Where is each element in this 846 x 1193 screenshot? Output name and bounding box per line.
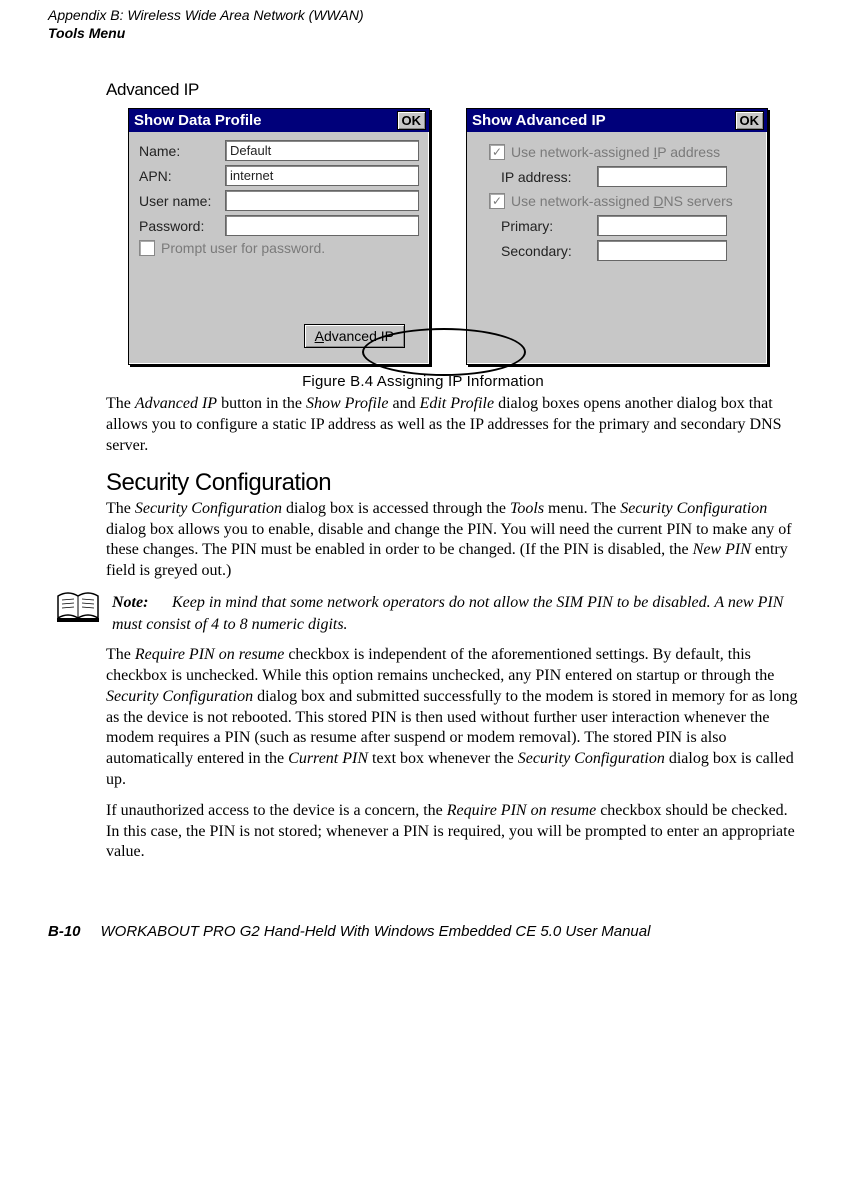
- paragraph-advanced-ip: The Advanced IP button in the Show Profi…: [106, 394, 798, 456]
- row-apn: APN: internet: [139, 165, 419, 186]
- txt: button in the: [217, 395, 306, 412]
- window-body: Name: Default APN: internet User name: P…: [129, 132, 429, 366]
- txt-em: Current PIN: [288, 750, 368, 767]
- txt-em: Require PIN on resume: [135, 646, 284, 663]
- row-prompt-checkbox: Prompt user for password.: [139, 240, 419, 256]
- heading-advanced-ip: Advanced IP: [106, 80, 798, 100]
- figure-caption: Figure B.4 Assigning IP Information: [48, 373, 798, 390]
- label-use-ip: Use network-assigned IP address: [511, 144, 720, 160]
- adv-ip-rest: dvanced IP: [324, 328, 394, 344]
- txt-em: Security Configuration: [620, 500, 767, 517]
- window-title: Show Advanced IP: [470, 112, 606, 129]
- txt-em: Advanced IP: [135, 395, 217, 412]
- page-footer: B-10 WORKABOUT PRO G2 Hand-Held With Win…: [48, 923, 798, 940]
- txt-em: Require PIN on resume: [447, 802, 596, 819]
- advanced-ip-button[interactable]: Advanced IP: [304, 324, 405, 348]
- row-use-ip-checkbox: ✓ Use network-assigned IP address: [489, 144, 757, 160]
- txt-em: New PIN: [693, 541, 751, 558]
- window-show-advanced-ip: Show Advanced IP OK ✓ Use network-assign…: [466, 108, 768, 365]
- label-prompt-checkbox: Prompt user for password.: [161, 240, 325, 256]
- doc-title: WORKABOUT PRO G2 Hand-Held With Windows …: [101, 923, 651, 940]
- txt: and: [388, 395, 419, 412]
- titlebar: Show Data Profile OK: [129, 109, 429, 132]
- field-secondary[interactable]: [597, 240, 727, 261]
- note-label: Note:: [112, 592, 168, 614]
- window-body: ✓ Use network-assigned IP address IP add…: [467, 132, 767, 277]
- paragraph-security-1: The Security Configuration dialog box is…: [106, 499, 798, 582]
- txt: menu. The: [544, 500, 620, 517]
- label-password: Password:: [139, 218, 219, 234]
- row-use-dns-checkbox: ✓ Use network-assigned DNS servers: [489, 193, 757, 209]
- row-password: Password:: [139, 215, 419, 236]
- running-header: Appendix B: Wireless Wide Area Network (…: [48, 0, 798, 42]
- paragraph-security-3: If unauthorized access to the device is …: [106, 801, 798, 863]
- txt: The: [106, 395, 135, 412]
- header-line1: Appendix B: Wireless Wide Area Network (…: [48, 6, 798, 24]
- txt: P address: [657, 144, 720, 160]
- titlebar: Show Advanced IP OK: [467, 109, 767, 132]
- label-ip-address: IP address:: [501, 169, 591, 185]
- txt: Use network-assigned: [511, 144, 653, 160]
- row-secondary: Secondary:: [501, 240, 757, 261]
- label-apn: APN:: [139, 168, 219, 184]
- label-user: User name:: [139, 193, 219, 209]
- page-number: B-10: [48, 923, 81, 940]
- label-primary: Primary:: [501, 218, 591, 234]
- heading-security-configuration: Security Configuration: [106, 469, 798, 497]
- label-name: Name:: [139, 143, 219, 159]
- note-content: Keep in mind that some network operators…: [112, 594, 783, 633]
- txt: text box whenever the: [368, 750, 518, 767]
- txt: The: [106, 500, 135, 517]
- label-use-dns: Use network-assigned DNS servers: [511, 193, 733, 209]
- txt-em: Tools: [510, 500, 544, 517]
- txt-em: Security Configuration: [135, 500, 282, 517]
- ok-button[interactable]: OK: [735, 111, 765, 130]
- paragraph-security-2: The Require PIN on resume checkbox is in…: [106, 645, 798, 791]
- txt: NS servers: [664, 193, 733, 209]
- window-title: Show Data Profile: [132, 112, 262, 129]
- window-show-data-profile: Show Data Profile OK Name: Default APN: …: [128, 108, 430, 365]
- adv-ip-mnemonic: A: [315, 328, 324, 344]
- txt: If unauthorized access to the device is …: [106, 802, 447, 819]
- label-secondary: Secondary:: [501, 243, 591, 259]
- row-name: Name: Default: [139, 140, 419, 161]
- note-block: Note: Keep in mind that some network ope…: [56, 592, 798, 635]
- screenshots-row: Show Data Profile OK Name: Default APN: …: [128, 108, 778, 365]
- row-user: User name:: [139, 190, 419, 211]
- field-user[interactable]: [225, 190, 419, 211]
- row-primary: Primary:: [501, 215, 757, 236]
- book-icon: [56, 592, 100, 624]
- txt-em: Security Configuration: [518, 750, 665, 767]
- txt-em: Show Profile: [306, 395, 389, 412]
- checkbox-use-dns[interactable]: ✓: [489, 193, 505, 209]
- txt: dialog box is accessed through the: [282, 500, 510, 517]
- txt-em: Edit Profile: [420, 395, 495, 412]
- checkbox-prompt[interactable]: [139, 240, 155, 256]
- note-text: Note: Keep in mind that some network ope…: [112, 592, 798, 635]
- field-primary[interactable]: [597, 215, 727, 236]
- txt-em: Security Configuration: [106, 688, 253, 705]
- checkbox-use-ip[interactable]: ✓: [489, 144, 505, 160]
- ok-button[interactable]: OK: [397, 111, 427, 130]
- row-ip-address: IP address:: [501, 166, 757, 187]
- header-line2: Tools Menu: [48, 24, 798, 42]
- mnemonic: D: [653, 193, 663, 209]
- field-name[interactable]: Default: [225, 140, 419, 161]
- txt: Use network-assigned: [511, 193, 653, 209]
- txt: dialog box allows you to enable, disable…: [106, 521, 792, 559]
- field-ip-address[interactable]: [597, 166, 727, 187]
- field-apn[interactable]: internet: [225, 165, 419, 186]
- txt: The: [106, 646, 135, 663]
- field-password[interactable]: [225, 215, 419, 236]
